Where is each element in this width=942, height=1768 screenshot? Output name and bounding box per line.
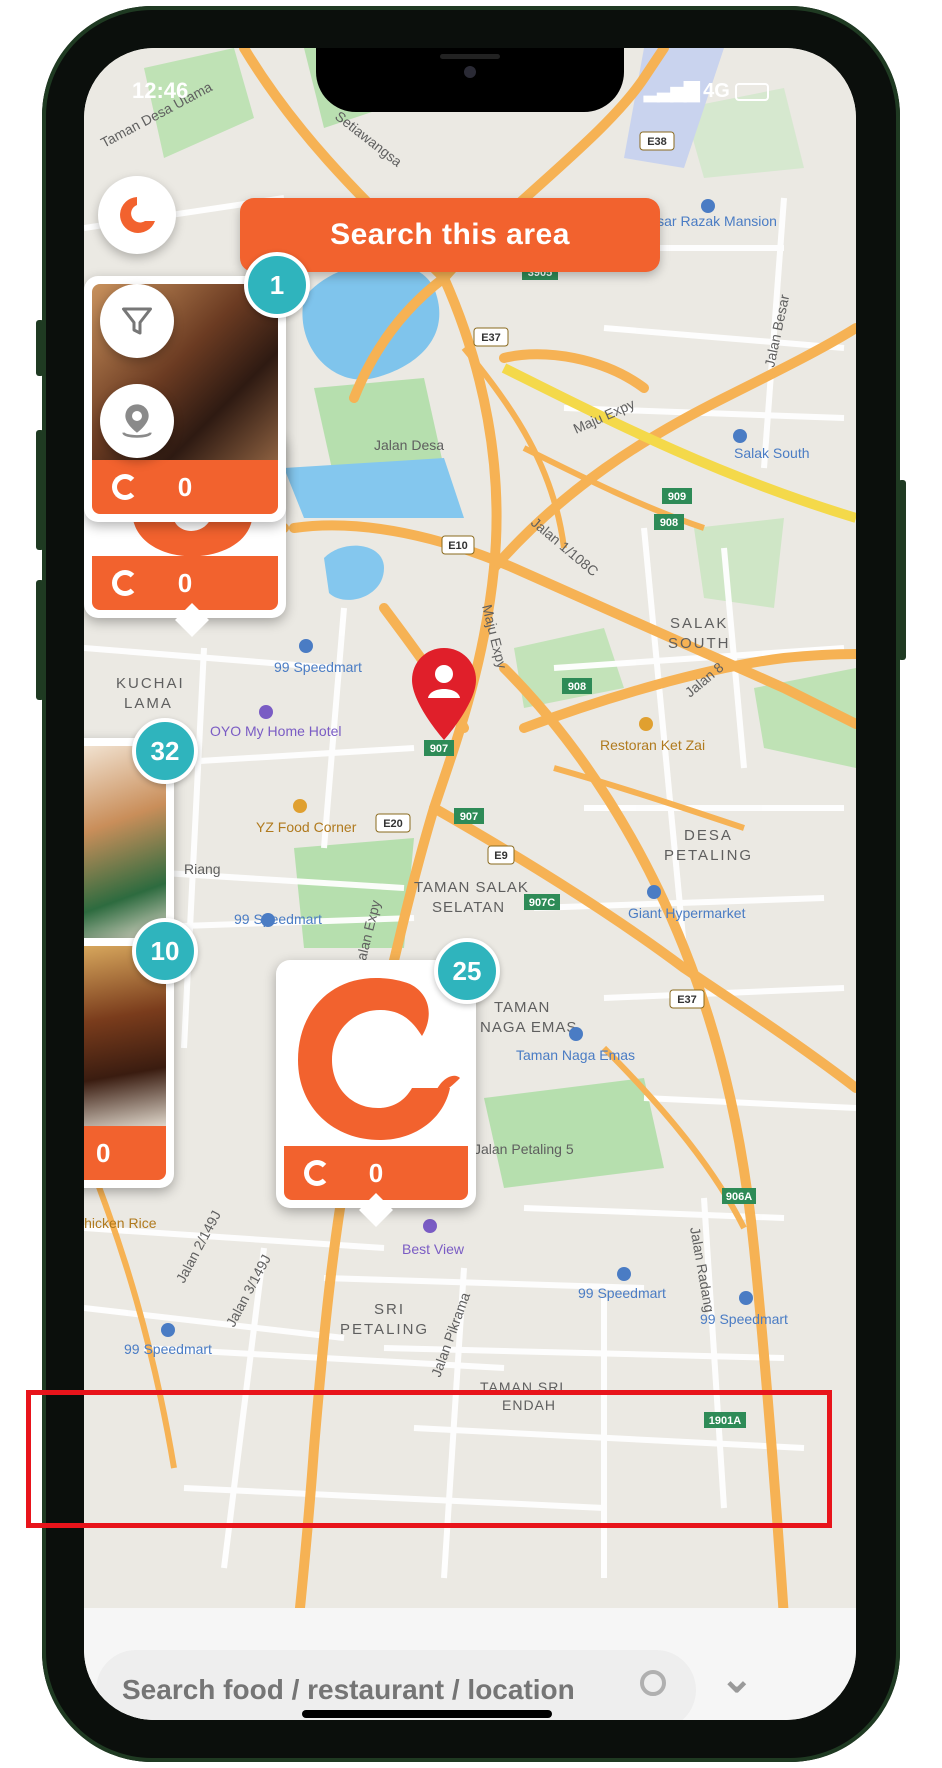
map-label: Jalan Petaling 5 [474, 1141, 574, 1157]
map-label: Chicken Rice [84, 1215, 157, 1231]
highlight-box [26, 1390, 832, 1528]
card-count: 0 [96, 1137, 111, 1168]
search-this-area-button[interactable]: Search this area [240, 198, 660, 272]
shield-908: 908 [660, 517, 678, 529]
map-label: Giant Hypermarket [628, 905, 746, 921]
signal-icon: ▂▃▅▇ [644, 80, 700, 102]
shield-e10: E10 [448, 540, 468, 552]
card-count: 0 [177, 567, 193, 598]
cluster-badge: 32 [132, 718, 198, 784]
map-label: 99 Speedmart [274, 659, 362, 675]
shield-e20: E20 [383, 818, 403, 830]
shield-906a: 906A [726, 1191, 752, 1203]
network-label: 4G [703, 80, 730, 102]
map-label: OYO My Home Hotel [210, 723, 341, 739]
volume-down-button [36, 580, 44, 700]
brand-logo-icon [298, 978, 460, 1140]
map-label: Taman Naga Emas [516, 1047, 635, 1063]
map-label: Salak South [734, 445, 810, 461]
map-label: 99 Speedmart [124, 1341, 212, 1357]
speaker [440, 54, 500, 59]
home-indicator [302, 1710, 552, 1718]
map-label: 99 Speedmart [234, 911, 322, 927]
shield-907: 907 [430, 743, 448, 755]
shield-907-b: 907 [460, 811, 478, 823]
restaurant-logo [284, 968, 468, 1146]
map-label: TAMAN [494, 999, 550, 1016]
map-label: KUCHAI [116, 675, 185, 692]
map-label: 99 Speedmart [578, 1285, 666, 1301]
power-button [898, 480, 906, 660]
card-footer: 0 [284, 1146, 468, 1200]
map-label: Jalan Desa [374, 437, 444, 453]
map-label: YZ Food Corner [256, 819, 357, 835]
cluster-badge: 25 [434, 938, 500, 1004]
brand-logo-icon [120, 197, 155, 233]
map-label: SALAK [670, 615, 728, 632]
filter-icon [122, 307, 152, 335]
notch [316, 48, 624, 112]
status-network: ▂▃▅▇ 4G [644, 78, 770, 103]
map-label: TAMAN SALAK [414, 879, 529, 896]
map-label: DESA [684, 827, 733, 844]
shield-908-b: 908 [568, 681, 586, 693]
map-label: Best View [402, 1241, 465, 1257]
map-label: PETALING [664, 847, 753, 864]
map-label: Restoran Ket Zai [600, 737, 705, 753]
map-label: PETALING [340, 1321, 429, 1338]
shield-e37-b: E37 [677, 994, 697, 1006]
brand-home-button[interactable] [98, 176, 176, 254]
cluster-badge: 1 [244, 252, 310, 318]
bottom-search-sheet: ⌄ [84, 1608, 856, 1720]
location-button[interactable] [100, 384, 174, 458]
shield-e9: E9 [494, 850, 507, 862]
search-icon[interactable] [640, 1670, 666, 1696]
map-label: Pasar Razak Mansion [640, 213, 777, 229]
shield-907c: 907C [529, 897, 555, 909]
status-time: 12:46 [132, 78, 189, 103]
map-label: 99 Speedmart [700, 1311, 788, 1327]
map-label: NAGA EMAS [480, 1019, 577, 1036]
cluster-badge: 10 [132, 918, 198, 984]
front-camera [464, 66, 476, 78]
shield-e37: E37 [481, 332, 501, 344]
battery-icon [735, 82, 770, 101]
card-footer: 0 [84, 1126, 166, 1180]
card-count: 0 [177, 471, 193, 502]
shield-e38: E38 [647, 136, 667, 148]
map-label: SRI [374, 1301, 405, 1318]
map-label: SELATAN [432, 899, 505, 916]
map-label: SOUTH [668, 635, 731, 652]
chevron-down-icon[interactable]: ⌄ [720, 1656, 754, 1702]
filter-button[interactable] [100, 284, 174, 358]
mute-switch [36, 320, 44, 376]
card-footer: 0 [92, 556, 278, 610]
volume-up-button [36, 430, 44, 550]
card-count: 0 [368, 1157, 384, 1188]
map-label: LAMA [124, 695, 173, 712]
card-footer: 0 [92, 460, 278, 514]
map-label: Riang [184, 861, 221, 877]
location-pin-icon [122, 404, 152, 438]
shield-909: 909 [668, 491, 686, 503]
